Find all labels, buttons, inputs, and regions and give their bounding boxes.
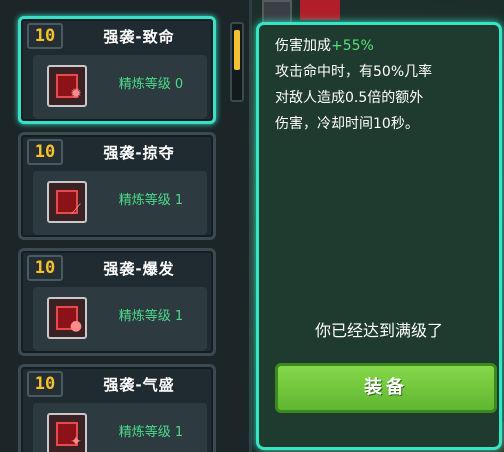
skill-card-inner: ● 精炼等级 1: [33, 287, 207, 351]
description-line: 对敌人造成0.5倍的额外: [275, 90, 424, 106]
aura-icon: ✦: [47, 413, 87, 452]
skill-card-2[interactable]: 10 强袭-爆发 ● 精炼等级 1: [18, 248, 216, 356]
skill-card-3[interactable]: 10 强袭-气盛 ✦ 精炼等级 1: [18, 364, 216, 452]
refine-level-label: 精炼等级 1: [118, 193, 184, 208]
max-level-text: 你已经达到满级了: [314, 321, 443, 340]
skill-level-badge: 10: [27, 23, 63, 49]
skill-title: 强袭-爆发: [103, 260, 175, 278]
skill-title: 强袭-气盛: [103, 376, 175, 394]
skill-card-inner: ✹ 精炼等级 0: [33, 55, 207, 119]
skill-card-inner: ✦ 精炼等级 1: [33, 403, 207, 452]
fire-burst-icon: ●: [47, 297, 87, 339]
scroll-thumb[interactable]: [234, 30, 240, 70]
refine-level-label: 精炼等级 1: [118, 425, 184, 440]
refine-level-label: 精炼等级 0: [118, 77, 184, 92]
bonus-value: +55%: [331, 38, 374, 54]
skill-level-badge: 10: [27, 139, 63, 165]
skill-title: 强袭-掠夺: [103, 144, 175, 162]
equip-button[interactable]: 装备: [275, 363, 497, 413]
bonus-label: 伤害加成: [275, 38, 331, 54]
claw-slash-icon: ⟋: [47, 181, 87, 223]
skill-level-badge: 10: [27, 371, 63, 397]
skill-card-0[interactable]: 10 强袭-致命 ✹ 精炼等级 0: [18, 16, 216, 124]
crosshair-skull-icon: ✹: [47, 65, 87, 107]
skill-level-badge: 10: [27, 255, 63, 281]
background-prop: [300, 0, 340, 20]
refine-level-label: 精炼等级 1: [118, 309, 184, 324]
skill-card-inner: ⟋ 精炼等级 1: [33, 171, 207, 235]
skill-card-1[interactable]: 10 强袭-掠夺 ⟋ 精炼等级 1: [18, 132, 216, 240]
skill-tooltip: 伤害加成+55% 攻击命中时，有50%几率 对敌人造成0.5倍的额外 伤害，冷却…: [256, 22, 502, 450]
skill-description: 伤害加成+55% 攻击命中时，有50%几率 对敌人造成0.5倍的额外 伤害，冷却…: [275, 33, 493, 137]
description-line: 攻击命中时，有50%几率: [275, 64, 433, 80]
damage-bonus-line: 伤害加成+55%: [275, 33, 493, 59]
scrollbar[interactable]: [230, 22, 244, 102]
description-line: 伤害，冷却时间10秒。: [275, 116, 419, 132]
skill-title: 强袭-致命: [103, 28, 175, 46]
skill-list-panel: 10 强袭-致命 ✹ 精炼等级 0 10 强袭-掠夺 ⟋ 精炼等级 1 10 强…: [0, 0, 252, 452]
